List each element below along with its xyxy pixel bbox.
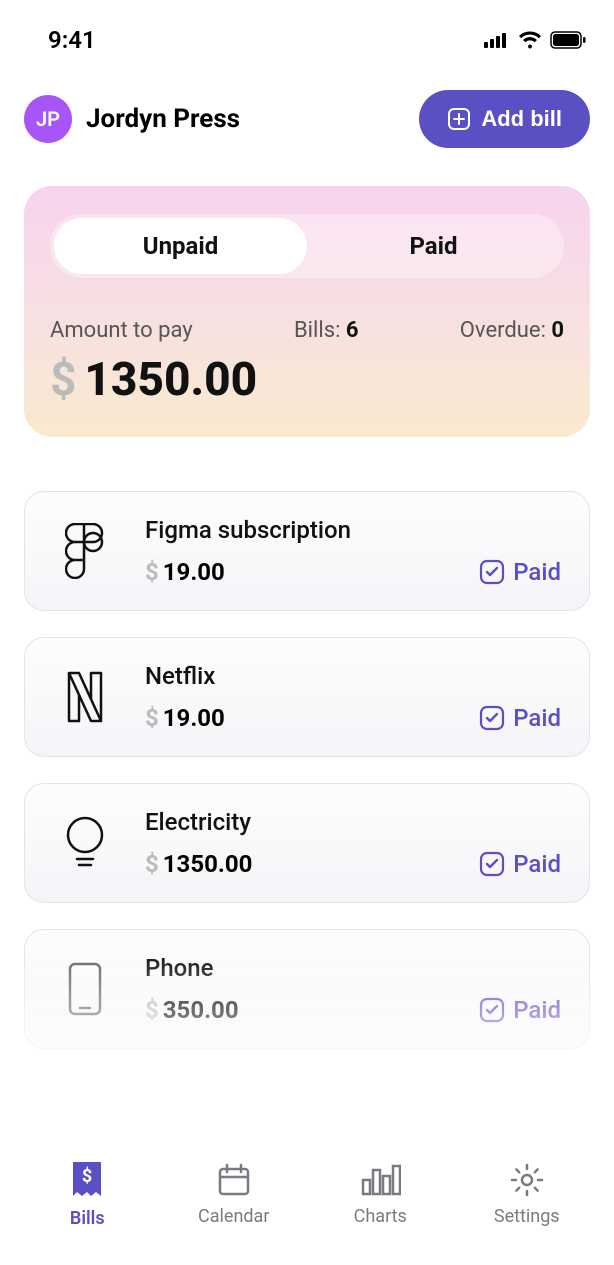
bill-card[interactable]: Figma subscription $19.00 Paid bbox=[24, 491, 590, 611]
amount-to-pay-value: $ 1350.00 bbox=[50, 353, 564, 407]
netflix-icon bbox=[53, 665, 117, 729]
add-bill-label: Add bill bbox=[481, 106, 562, 132]
phone-icon bbox=[53, 957, 117, 1021]
segmented-control: Unpaid Paid bbox=[50, 214, 564, 278]
tab-label: Charts bbox=[354, 1206, 407, 1227]
tab-settings[interactable]: Settings bbox=[467, 1162, 587, 1227]
gear-icon bbox=[509, 1162, 545, 1198]
status-label: Paid bbox=[513, 558, 561, 586]
status-label: Paid bbox=[513, 704, 561, 732]
bill-amount: $1350.00 bbox=[145, 850, 451, 878]
bill-card[interactable]: Netflix $19.00 Paid bbox=[24, 637, 590, 757]
bill-amount: $19.00 bbox=[145, 704, 451, 732]
status-time: 9:41 bbox=[48, 26, 96, 54]
svg-text:$: $ bbox=[82, 1166, 92, 1187]
overdue-count: Overdue: 0 bbox=[460, 318, 564, 343]
status-icons bbox=[484, 31, 586, 49]
tab-bills[interactable]: $ Bills bbox=[27, 1160, 147, 1229]
tab-label: Settings bbox=[494, 1206, 560, 1227]
battery-icon bbox=[550, 31, 586, 49]
add-bill-button[interactable]: Add bill bbox=[419, 90, 590, 148]
bills-list[interactable]: Figma subscription $19.00 Paid Netflix $… bbox=[0, 451, 614, 1091]
bill-title: Netflix bbox=[145, 662, 451, 690]
status-label: Paid bbox=[513, 996, 561, 1024]
bills-icon: $ bbox=[69, 1160, 105, 1200]
checkbox-checked-icon bbox=[479, 705, 505, 731]
charts-icon bbox=[359, 1162, 401, 1198]
summary-card: Unpaid Paid Amount to pay Bills: 6 Overd… bbox=[24, 186, 590, 437]
tab-charts[interactable]: Charts bbox=[320, 1162, 440, 1227]
checkbox-checked-icon bbox=[479, 559, 505, 585]
bill-status-toggle[interactable]: Paid bbox=[479, 558, 561, 586]
tab-label: Calendar bbox=[198, 1206, 269, 1227]
checkbox-checked-icon bbox=[479, 851, 505, 877]
plus-square-icon bbox=[447, 107, 471, 131]
bulb-icon bbox=[53, 811, 117, 875]
bill-status-toggle[interactable]: Paid bbox=[479, 850, 561, 878]
wifi-icon bbox=[518, 31, 542, 49]
bill-amount: $19.00 bbox=[145, 558, 451, 586]
user-name: Jordyn Press bbox=[86, 104, 240, 134]
checkbox-checked-icon bbox=[479, 997, 505, 1023]
bill-title: Figma subscription bbox=[145, 516, 451, 544]
tab-paid[interactable]: Paid bbox=[307, 218, 560, 274]
bill-card[interactable]: Phone $350.00 Paid bbox=[24, 929, 590, 1049]
bill-card[interactable]: Electricity $1350.00 Paid bbox=[24, 783, 590, 903]
tab-label: Bills bbox=[70, 1208, 105, 1229]
bill-title: Phone bbox=[145, 954, 451, 982]
bill-amount: $350.00 bbox=[145, 996, 451, 1024]
amount-to-pay-label: Amount to pay bbox=[50, 318, 193, 343]
bills-count: Bills: 6 bbox=[294, 318, 359, 343]
calendar-icon bbox=[216, 1162, 252, 1198]
summary-stats-row: Amount to pay Bills: 6 Overdue: 0 bbox=[50, 318, 564, 343]
figma-icon bbox=[53, 519, 117, 583]
tab-unpaid[interactable]: Unpaid bbox=[54, 218, 307, 274]
cellular-icon bbox=[484, 32, 510, 48]
bill-status-toggle[interactable]: Paid bbox=[479, 704, 561, 732]
currency-symbol: $ bbox=[50, 353, 76, 407]
tab-calendar[interactable]: Calendar bbox=[174, 1162, 294, 1227]
bill-status-toggle[interactable]: Paid bbox=[479, 996, 561, 1024]
bill-title: Electricity bbox=[145, 808, 451, 836]
bottom-tabbar: $ Bills Calendar Charts Settings bbox=[0, 1135, 614, 1265]
avatar: JP bbox=[24, 95, 72, 143]
amount-value: 1350.00 bbox=[84, 353, 257, 407]
app-header: JP Jordyn Press Add bill bbox=[0, 60, 614, 172]
status-bar: 9:41 bbox=[0, 0, 614, 60]
user-block[interactable]: JP Jordyn Press bbox=[24, 95, 240, 143]
status-label: Paid bbox=[513, 850, 561, 878]
